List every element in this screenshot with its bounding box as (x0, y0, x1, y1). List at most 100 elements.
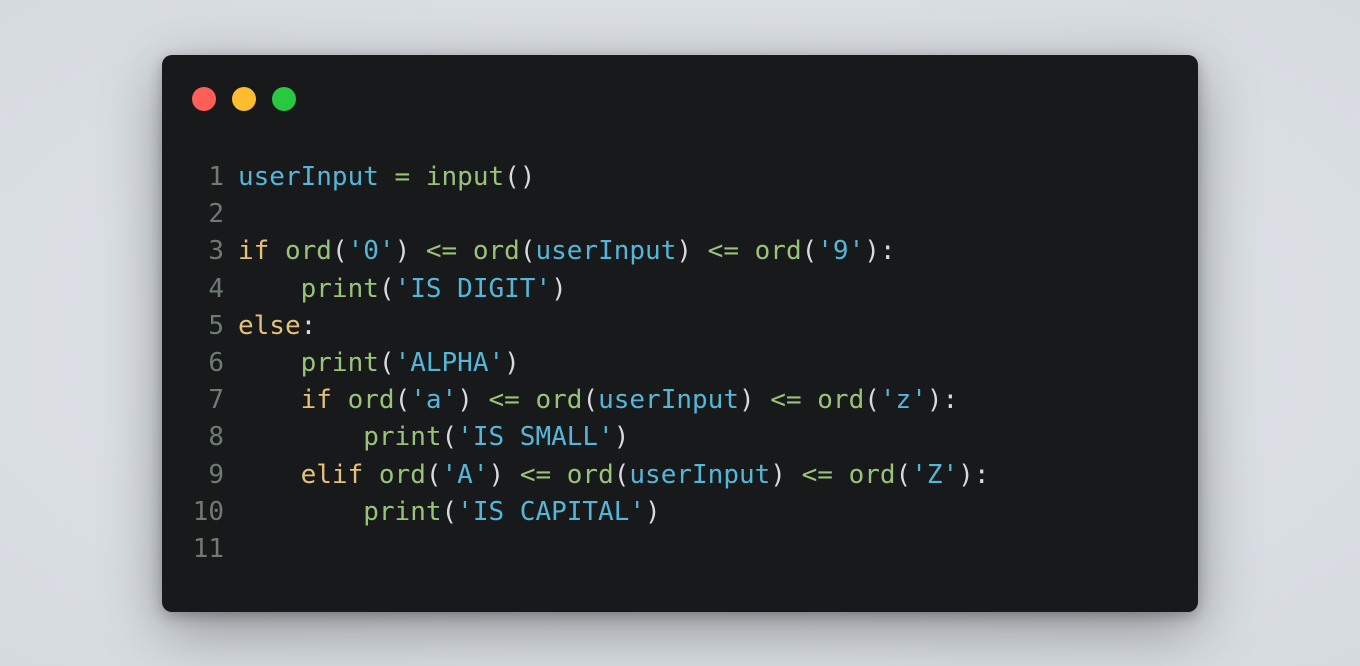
line-number: 9 (208, 459, 224, 490)
code-token: ( (441, 422, 458, 453)
code-token: ) (645, 496, 661, 527)
code-token: ( (519, 236, 536, 267)
code-text: if ord('a') <= ord(userInput) <= ord('z'… (238, 382, 959, 419)
code-token: else (238, 310, 301, 341)
code-line: 3 if ord('0') <= ord(userInput) <= ord('9… (162, 233, 989, 270)
code-token: userInput (535, 236, 677, 267)
code-token: ) (504, 347, 520, 378)
code-token: ord (472, 236, 520, 267)
code-window: 1 userInput = input() 2 3 if ord('0') <= ord… (162, 55, 1198, 612)
code-token: <= (707, 236, 739, 267)
code-token: ( (441, 496, 458, 527)
code-token: <= (488, 385, 520, 416)
line-number: 1 (208, 162, 224, 192)
code-token: ord (347, 385, 395, 416)
code-token: ) (770, 459, 802, 490)
window-controls (192, 87, 296, 111)
code-token: print (300, 347, 379, 378)
code-token: input (425, 162, 505, 192)
code-token: if (238, 236, 270, 267)
line-number: 7 (208, 385, 224, 416)
code-token: elif (300, 459, 364, 490)
code-line: 11 (162, 531, 989, 568)
line-number: 8 (208, 422, 224, 453)
code-line: 8 print('IS SMALL') (162, 419, 989, 456)
code-text: if ord('0') <= ord(userInput) <= ord('9'… (238, 233, 896, 270)
code-token: ord (535, 385, 583, 416)
code-line: 9 elif ord('A') <= ord(userInput) <= ord… (162, 457, 989, 494)
code-line: 5 else: (162, 308, 989, 345)
code-line: 10 print('IS CAPITAL') (162, 494, 989, 531)
code-token: : (300, 310, 317, 341)
code-token: 'IS SMALL' (457, 422, 614, 453)
code-text: print('IS SMALL') (238, 419, 629, 456)
code-line: 4 print('IS DIGIT') (162, 271, 989, 308)
code-token: '9' (817, 236, 865, 267)
code-token: userInput (598, 385, 739, 416)
code-token: if (300, 385, 332, 416)
code-text: elif ord('A') <= ord(userInput) <= ord('… (238, 457, 990, 494)
line-number: 2 (208, 199, 224, 230)
line-number: 5 (208, 310, 224, 341)
code-token: () (504, 162, 536, 192)
code-text: print('IS CAPITAL') (238, 494, 661, 531)
code-token: ( (394, 385, 411, 416)
code-token: ( (864, 385, 880, 416)
line-number: 10 (192, 496, 224, 527)
code-token: ord (284, 236, 332, 267)
code-token: ) (613, 422, 630, 453)
code-block: 1 userInput = input() 2 3 if ord('0') <= ord… (162, 159, 990, 568)
code-token: ord (848, 459, 896, 490)
maximize-dot-icon[interactable] (272, 87, 296, 111)
line-number: 11 (192, 533, 224, 564)
code-token: ): (958, 459, 990, 490)
code-token: <= (519, 459, 552, 490)
line-number: 3 (208, 236, 224, 267)
code-token: print (363, 422, 442, 453)
code-token: ( (425, 459, 442, 490)
line-number: 4 (208, 273, 224, 304)
code-line: 2 (162, 196, 989, 233)
code-token: 'A' (441, 459, 489, 490)
code-token: ( (895, 459, 912, 490)
code-token: ) (738, 385, 771, 416)
code-token: ( (582, 385, 599, 416)
code-token: userInput (238, 162, 379, 192)
line-number: 6 (208, 347, 224, 378)
code-text: else: (238, 308, 316, 345)
code-token: '0' (347, 236, 395, 267)
code-token: print (363, 496, 442, 527)
code-token: 'IS CAPITAL' (457, 496, 646, 527)
code-token: print (300, 273, 379, 304)
code-token: ( (801, 236, 818, 267)
close-dot-icon[interactable] (192, 87, 216, 111)
minimize-dot-icon[interactable] (232, 87, 256, 111)
code-token: = (394, 162, 411, 192)
code-token: ) (457, 385, 489, 416)
code-token: ( (331, 236, 348, 267)
code-text: print('IS DIGIT') (238, 271, 567, 308)
code-line: 7 if ord('a') <= ord(userInput) <= ord('… (162, 382, 989, 419)
code-token: 'z' (879, 385, 927, 416)
code-token: <= (801, 459, 833, 490)
code-line: 1 userInput = input() (162, 159, 989, 196)
code-token: ) (551, 273, 567, 304)
code-token: userInput (629, 459, 771, 490)
code-token: ( (613, 459, 630, 490)
code-text: print('ALPHA') (238, 345, 520, 382)
